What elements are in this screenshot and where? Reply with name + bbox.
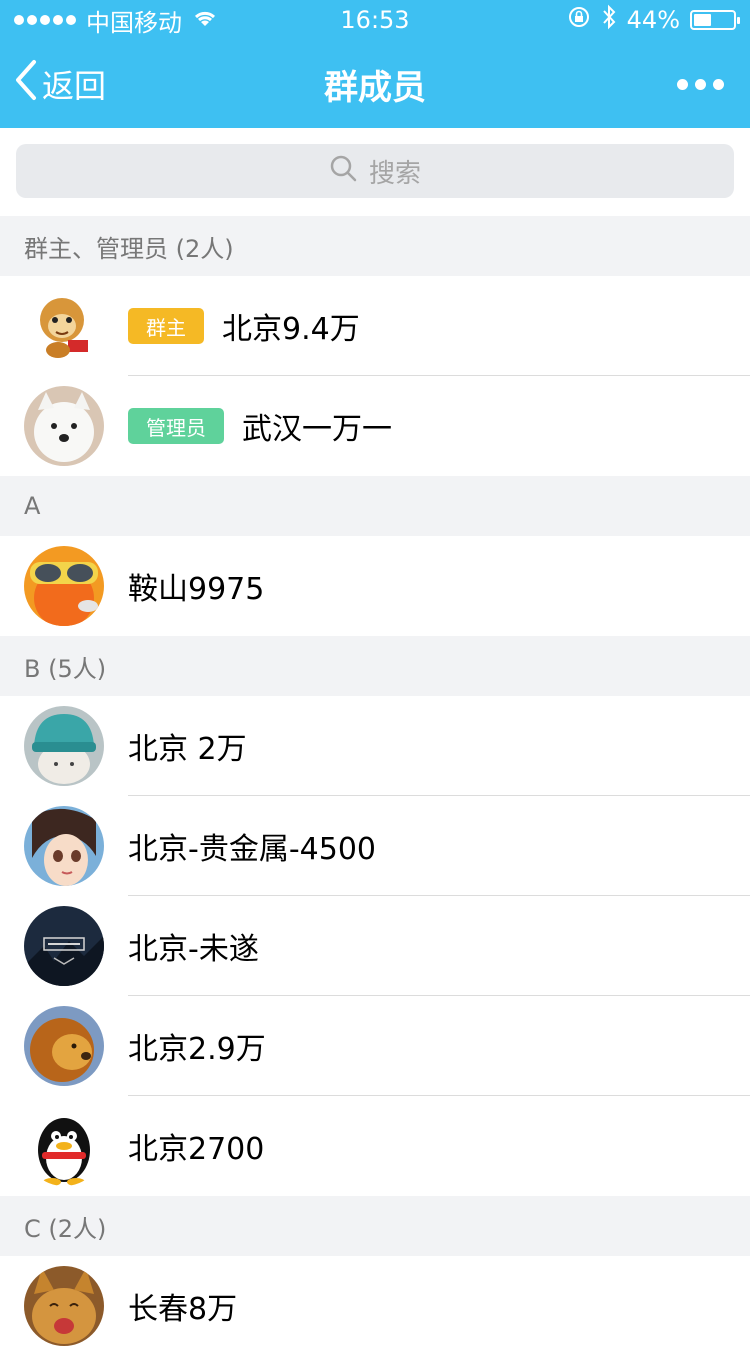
search-icon: [329, 154, 357, 189]
chevron-left-icon: [14, 59, 38, 109]
member-group: 群主 北京9.4万 管理员 武汉一万一: [0, 276, 750, 476]
member-list: 群主、管理员 (2人) 群主 北京9.4万 管理员 武汉一万一 A 鞍山9975 B (5人)…: [0, 216, 750, 1356]
more-options-button[interactable]: [665, 69, 736, 100]
member-name: 北京 2万: [128, 732, 247, 767]
member-row[interactable]: 北京2.9万: [0, 996, 750, 1096]
member-name: 北京9.4万: [222, 312, 360, 347]
member-info: 长春8万: [128, 1284, 237, 1328]
member-name: 武汉一万一: [242, 412, 392, 447]
member-group: 长春8万: [0, 1256, 750, 1356]
back-label: 返回: [42, 67, 107, 105]
penguin-avatar: [24, 1106, 104, 1186]
white-dog-avatar: [24, 386, 104, 466]
member-row[interactable]: 北京-贵金属-4500: [0, 796, 750, 896]
role-badge: 管理员: [128, 408, 224, 444]
search-placeholder: 搜索: [368, 158, 421, 189]
rotation-lock-icon: [567, 5, 591, 35]
signal-strength-icon: [14, 15, 76, 25]
section-header: B (5人): [0, 636, 750, 696]
member-name: 北京2700: [128, 1132, 265, 1167]
member-name: 北京2.9万: [128, 1032, 266, 1067]
member-info: 北京 2万: [128, 724, 247, 768]
page-title: 群成员: [324, 67, 426, 108]
search-input[interactable]: 搜索: [16, 144, 734, 198]
member-info: 群主 北京9.4万: [128, 304, 360, 348]
member-info: 管理员 武汉一万一: [128, 404, 392, 448]
status-bar: 中国移动 16:53 44%: [0, 0, 750, 40]
member-info: 北京-贵金属-4500: [128, 824, 376, 868]
member-info: 北京-未遂: [128, 924, 259, 968]
member-row[interactable]: 管理员 武汉一万一: [0, 376, 750, 476]
lion-avatar: [24, 1006, 104, 1086]
member-row[interactable]: 长春8万: [0, 1256, 750, 1356]
role-badge: 群主: [128, 308, 204, 344]
monkey-avatar: [24, 286, 104, 366]
section-header: C (2人): [0, 1196, 750, 1256]
wifi-icon: [192, 6, 218, 34]
section-header: 群主、管理员 (2人): [0, 216, 750, 276]
status-left: 中国移动: [14, 3, 218, 38]
more-dot: [677, 78, 688, 90]
member-info: 北京2.9万: [128, 1024, 266, 1068]
member-row[interactable]: 群主 北京9.4万: [0, 276, 750, 376]
cat-in-hat-avatar: [24, 706, 104, 786]
carrier-label: 中国移动: [86, 8, 182, 37]
battery-icon: [690, 10, 740, 30]
back-button[interactable]: 返回: [14, 59, 106, 109]
member-name: 北京-未遂: [128, 932, 259, 967]
member-group: 北京 2万北京-贵金属-4500 北京-未遂北京2.9万 北京2700: [0, 696, 750, 1196]
dark-logo-avatar: [24, 906, 104, 986]
member-name: 长春8万: [128, 1292, 238, 1327]
member-row[interactable]: 北京-未遂: [0, 896, 750, 996]
member-info: 北京2700: [128, 1124, 264, 1168]
battery-level: [694, 14, 711, 26]
member-name: 鞍山9975: [128, 572, 265, 607]
battery-percent: 44%: [626, 6, 680, 34]
member-row[interactable]: 北京 2万: [0, 696, 750, 796]
more-dot: [713, 78, 724, 90]
navigation-bar: 返回 群成员: [0, 40, 750, 128]
bluetooth-icon: [601, 4, 617, 36]
member-row[interactable]: 鞍山9975: [0, 536, 750, 636]
more-dot: [695, 78, 706, 90]
status-right: 44%: [567, 4, 740, 36]
kitten-avatar: [24, 1266, 104, 1346]
section-header: A: [0, 476, 750, 536]
search-container: 搜索: [0, 128, 750, 216]
anime-girl-avatar: [24, 806, 104, 886]
member-group: 鞍山9975: [0, 536, 750, 636]
member-row[interactable]: 北京2700: [0, 1096, 750, 1196]
member-info: 鞍山9975: [128, 564, 264, 608]
member-name: 北京-贵金属-4500: [128, 832, 376, 867]
goggles-avatar: [24, 546, 104, 626]
